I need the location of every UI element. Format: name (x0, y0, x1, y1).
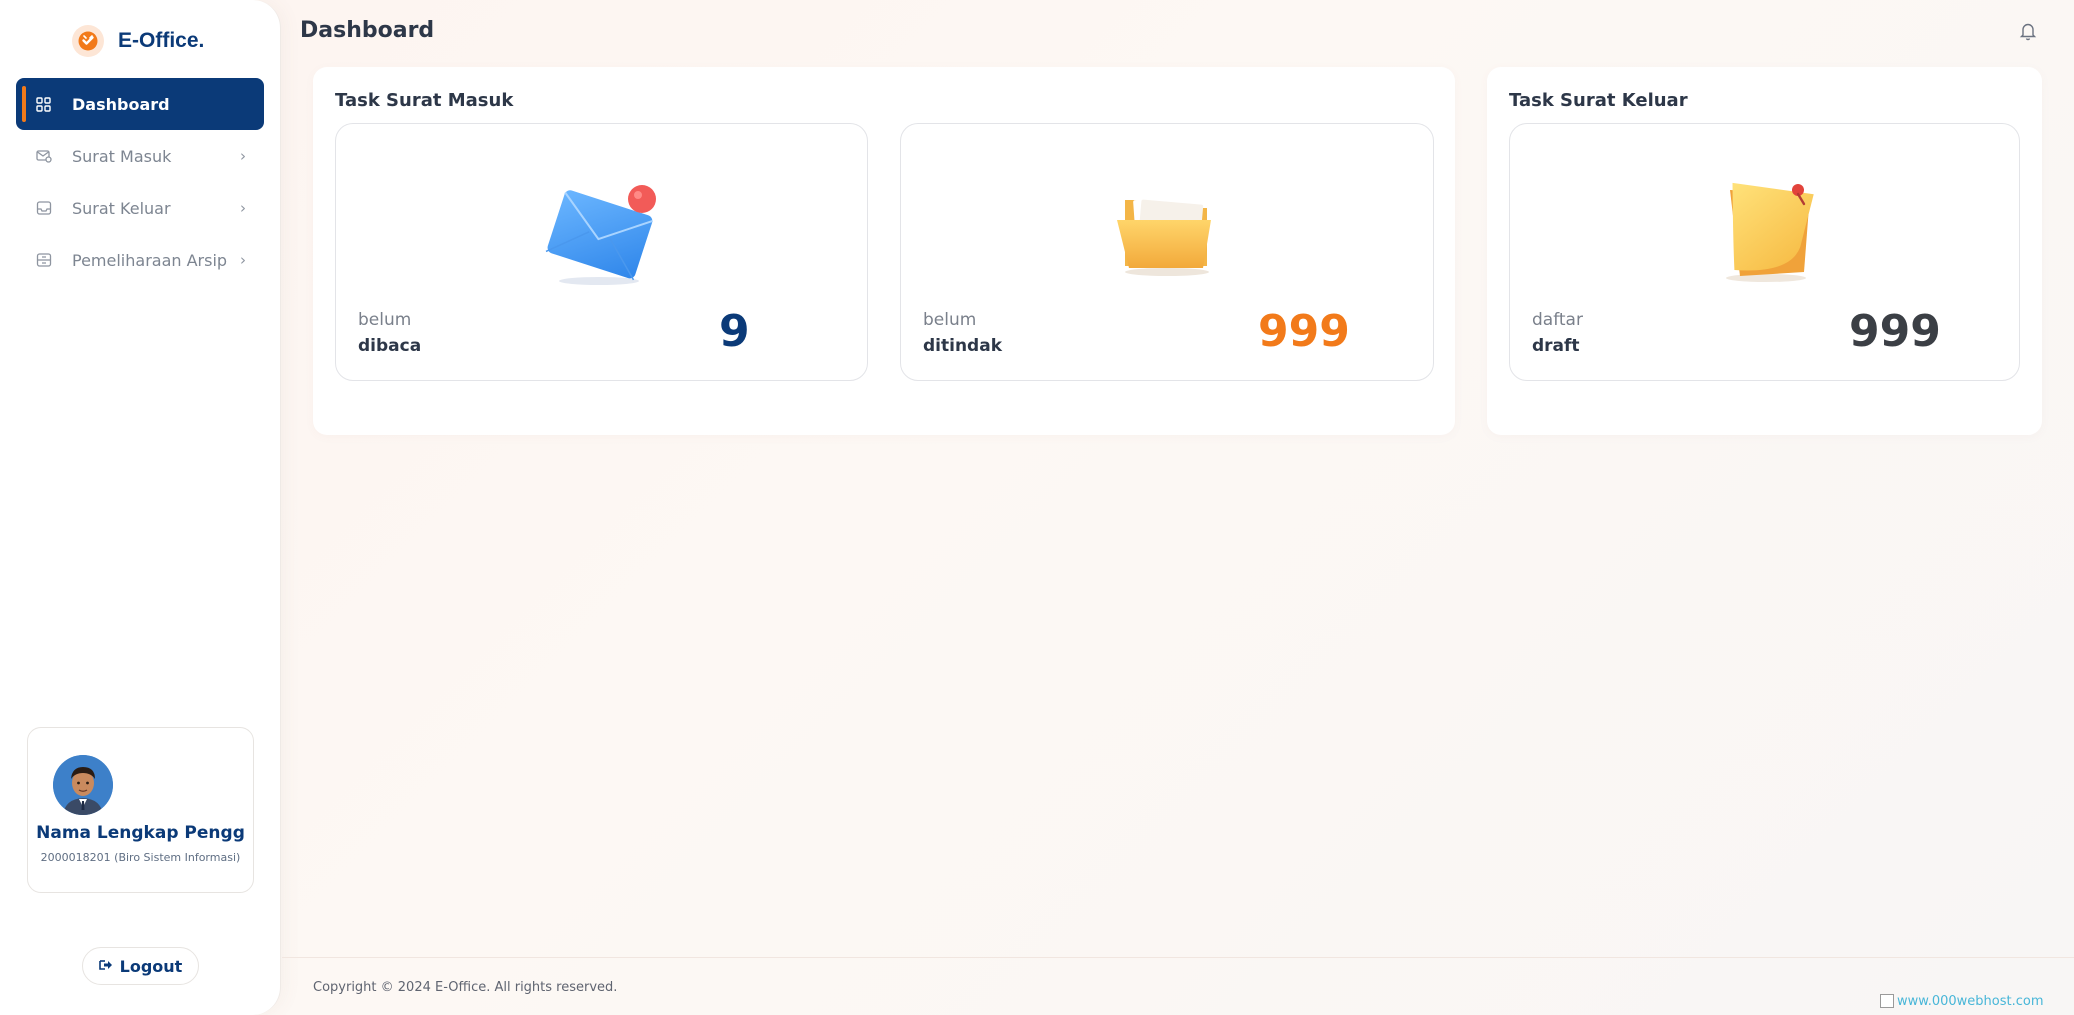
bell-icon[interactable] (2019, 21, 2037, 41)
sidebar-item-label: Dashboard (72, 94, 170, 114)
brand[interactable]: E-Office. (72, 25, 204, 57)
footer-divider (282, 957, 2074, 958)
sidebar-item-label: Pemeliharaan Arsip (72, 250, 228, 270)
chevron-right-icon: › (240, 147, 246, 165)
sidebar: E-Office. Dashboard Surat Masuk › Surat … (0, 0, 281, 1015)
card-belum-dibaca[interactable]: belum dibaca 9 (335, 123, 868, 381)
sidebar-item-dashboard[interactable]: Dashboard (16, 78, 264, 130)
task-surat-masuk-panel: Task Surat Masuk belum dibaca 9 belum di… (313, 67, 1455, 435)
sidebar-item-surat-masuk[interactable]: Surat Masuk › (16, 130, 264, 182)
brand-name: E-Office. (118, 29, 205, 52)
card-label-bottom: draft (1532, 336, 1580, 356)
card-label-top: belum (923, 310, 977, 330)
logout-label: Logout (119, 956, 183, 976)
panel-title: Task Surat Masuk (335, 90, 514, 111)
card-count: 999 (1258, 306, 1350, 357)
profile-meta: 2000018201 (Biro Sistem Informasi) (40, 851, 241, 864)
profile-card: Nama Lengkap Pengg 2000018201 (Biro Sist… (27, 727, 254, 893)
card-count: 999 (1849, 306, 1941, 357)
sidebar-item-surat-keluar[interactable]: Surat Keluar › (16, 182, 264, 234)
chevron-right-icon: › (240, 251, 246, 269)
mail-in-icon (36, 148, 52, 164)
profile-name: Nama Lengkap Pengg (36, 823, 245, 843)
card-label-top: belum (358, 310, 412, 330)
sidebar-item-label: Surat Masuk (72, 146, 172, 166)
sidebar-item-label: Surat Keluar (72, 198, 171, 218)
logout-icon (98, 957, 113, 976)
task-surat-keluar-panel: Task Surat Keluar daftar draft 999 (1487, 67, 2042, 435)
copyright-text: Copyright © 2024 E-Office. All rights re… (313, 980, 618, 995)
sticky-note-icon (1700, 172, 1830, 291)
sidebar-nav: Dashboard Surat Masuk › Surat Keluar › P… (16, 78, 264, 286)
archive-box-icon (36, 252, 52, 268)
envelope-icon (537, 179, 667, 293)
panel-title: Task Surat Keluar (1509, 90, 1688, 111)
logout-button[interactable]: Logout (82, 947, 199, 985)
brand-logo-icon (72, 25, 104, 57)
card-belum-ditindak[interactable]: belum ditindak 999 (900, 123, 1434, 381)
hosting-watermark-link[interactable]: www.000webhost.com (1880, 994, 2044, 1009)
card-label-bottom: ditindak (923, 336, 1002, 356)
folder-icon (1107, 180, 1227, 284)
chevron-right-icon: › (240, 199, 246, 217)
page-title: Dashboard (300, 18, 435, 43)
card-daftar-draft[interactable]: daftar draft 999 (1509, 123, 2020, 381)
broken-image-icon (1880, 994, 1894, 1008)
watermark-text: www.000webhost.com (1897, 994, 2044, 1009)
card-label-top: daftar (1532, 310, 1583, 330)
card-count: 9 (719, 306, 750, 357)
grid-icon (36, 96, 52, 112)
sidebar-item-pemeliharaan-arsip[interactable]: Pemeliharaan Arsip › (16, 234, 264, 286)
avatar[interactable] (53, 755, 113, 815)
inbox-tray-icon (36, 200, 52, 216)
card-label-bottom: dibaca (358, 336, 422, 356)
